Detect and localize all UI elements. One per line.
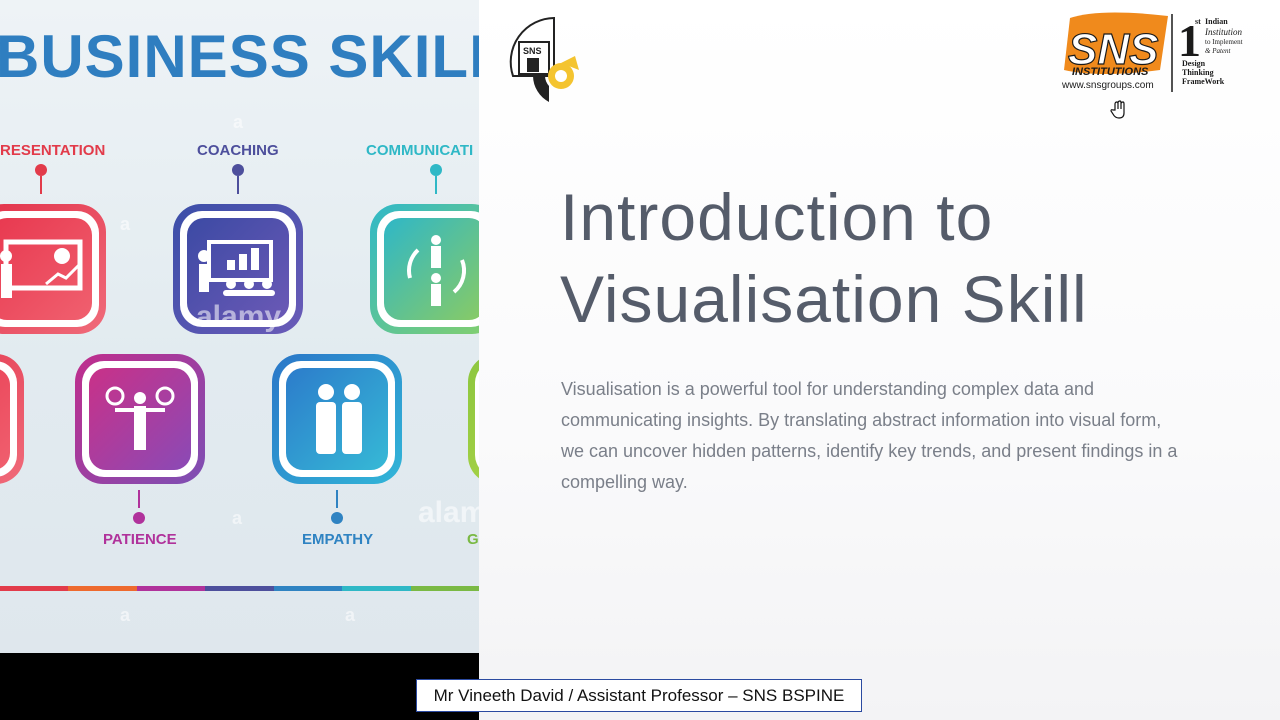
skill-label-communication: COMMUNICATI	[366, 142, 474, 159]
logo-url: www.snsgroups.com	[1061, 80, 1154, 91]
business-skills-image: BUSINESS SKILLS RESENTATION COACHING COM…	[0, 0, 479, 653]
sns-institutions-logo: SNS INSTITUTIONS www.snsgroups.com 1 st …	[1060, 8, 1260, 100]
patience-tile	[75, 354, 205, 484]
presentation-icon	[0, 239, 83, 298]
connector-stem	[435, 176, 437, 194]
watermark-text: alamy	[418, 496, 479, 529]
partial-tile-right	[468, 354, 479, 484]
connector-dot	[430, 164, 442, 176]
communication-tile	[370, 204, 479, 334]
badge-footer: FrameWork	[1182, 77, 1225, 86]
badge-footer: Thinking	[1182, 68, 1214, 77]
presentation-tile	[0, 204, 106, 334]
badge-super: st	[1195, 17, 1201, 26]
title-line-1: Introduction to	[560, 180, 994, 254]
connector-dot	[35, 164, 47, 176]
page-title: Introduction to Visualisation Skill	[560, 176, 1200, 340]
body-paragraph: Visualisation is a powerful tool for und…	[561, 379, 1178, 492]
badge-line: to Implement	[1205, 38, 1243, 46]
presenter-caption: Mr Vineeth David / Assistant Professor –…	[416, 679, 862, 712]
slide: BUSINESS SKILLS RESENTATION COACHING COM…	[0, 0, 1280, 720]
connector-stem	[237, 176, 239, 194]
watermark-letter: a	[120, 214, 131, 234]
content-panel	[479, 0, 1280, 720]
skill-label-presentation: RESENTATION	[0, 142, 106, 159]
connector-stem	[138, 490, 140, 508]
skill-label-coaching: COACHING	[197, 142, 279, 159]
color-strip	[0, 586, 479, 591]
watermark-letter: a	[120, 605, 131, 625]
watermark-text: alamy	[196, 300, 282, 333]
badge-line: Institution	[1204, 27, 1243, 37]
partial-tile	[0, 354, 24, 484]
emblem-text: SNS	[523, 46, 542, 56]
connector-stem	[40, 176, 42, 194]
watermark-letter: a	[233, 112, 244, 132]
patience-icon	[105, 386, 175, 450]
watermark-letter: a	[232, 508, 243, 528]
connector-dot	[331, 512, 343, 524]
watermark-letter: a	[345, 605, 356, 625]
empathy-tile	[272, 354, 402, 484]
black-bar	[0, 653, 479, 720]
connector-stem	[336, 490, 338, 508]
badge-footer: Design	[1182, 59, 1206, 68]
badge-line: Indian	[1205, 17, 1228, 26]
business-skills-heading: BUSINESS SKILLS	[0, 23, 479, 90]
communication-icon	[407, 235, 466, 306]
sns-emblem-logo: SNS	[509, 16, 579, 102]
empathy-icon	[316, 384, 362, 454]
logo-subtitle: INSTITUTIONS	[1072, 66, 1149, 78]
badge-line: & Patent	[1205, 47, 1232, 55]
connector-dot	[232, 164, 244, 176]
connector-dot	[133, 512, 145, 524]
skill-label-partial: G	[467, 531, 479, 548]
title-line-2: Visualisation Skill	[560, 262, 1088, 336]
skill-label-patience: PATIENCE	[103, 531, 177, 548]
sns-logo-graphic: SNS INSTITUTIONS www.snsgroups.com 1 st …	[1061, 12, 1243, 92]
skill-label-empathy: EMPATHY	[302, 531, 374, 548]
hand-cursor-icon	[1110, 100, 1125, 119]
